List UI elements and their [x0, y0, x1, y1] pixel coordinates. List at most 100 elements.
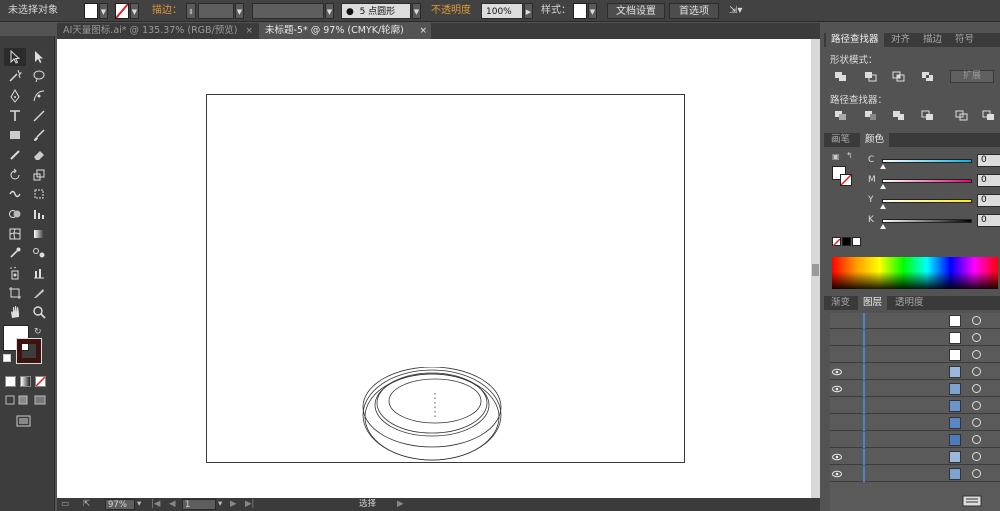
- zoom-tool-icon[interactable]: [28, 303, 50, 321]
- opacity-input[interactable]: 100%: [481, 3, 523, 19]
- slider-track[interactable]: [882, 159, 972, 163]
- stroke-weight-field[interactable]: [198, 3, 234, 19]
- artboard-nav-icon[interactable]: ▭: [61, 499, 69, 510]
- gradient-tool-icon[interactable]: [28, 225, 50, 243]
- trim-icon[interactable]: [864, 110, 878, 122]
- minus-front-icon[interactable]: [864, 71, 878, 83]
- stroke-color-box[interactable]: [16, 338, 42, 364]
- fill-swatch[interactable]: [84, 3, 98, 19]
- share-icon[interactable]: ⇱: [83, 499, 90, 510]
- layer-row[interactable]: [830, 330, 1000, 346]
- slice-tool-icon[interactable]: [28, 284, 50, 302]
- slider-value[interactable]: 0: [977, 174, 1000, 187]
- visibility-eye-icon[interactable]: [832, 452, 842, 462]
- style-swatch[interactable]: [573, 3, 587, 19]
- selection-tool-icon[interactable]: [4, 48, 26, 66]
- visibility-eye-icon[interactable]: [832, 469, 842, 479]
- swap-colors-icon[interactable]: ↻: [34, 327, 42, 337]
- divide-icon[interactable]: [834, 110, 848, 122]
- layer-row[interactable]: [830, 347, 1000, 363]
- style-dropdown-icon[interactable]: ▼: [588, 3, 597, 19]
- none-swatch[interactable]: [832, 237, 841, 247]
- paintbrush-tool-icon[interactable]: [28, 126, 50, 144]
- layer-row[interactable]: [830, 466, 1000, 482]
- layer-target-icon[interactable]: [972, 350, 981, 359]
- magic-wand-tool-icon[interactable]: [4, 67, 26, 85]
- close-icon[interactable]: ×: [245, 23, 253, 39]
- gradient-mode-icon[interactable]: [20, 376, 31, 387]
- artboard-dropdown-icon[interactable]: ▾: [218, 499, 222, 510]
- tab-color[interactable]: 颜色: [860, 133, 890, 147]
- fill-dropdown-icon[interactable]: ▼: [99, 3, 108, 19]
- tab-transparency[interactable]: 透明度: [890, 296, 929, 310]
- black-swatch[interactable]: [842, 237, 851, 246]
- slider-knob[interactable]: [880, 164, 886, 169]
- tab-stroke[interactable]: 描边: [918, 33, 947, 47]
- slider-knob[interactable]: [880, 184, 886, 189]
- mesh-tool-icon[interactable]: [4, 225, 26, 243]
- slider-knob[interactable]: [880, 224, 886, 229]
- hand-tool-icon[interactable]: [4, 303, 26, 321]
- variable-width-field[interactable]: [252, 3, 324, 19]
- opacity-arrow-icon[interactable]: ▶: [524, 3, 533, 19]
- graph-tool-icon[interactable]: [28, 205, 50, 223]
- layer-row[interactable]: [830, 364, 1000, 380]
- status-menu-icon[interactable]: ▶: [397, 499, 404, 510]
- layer-target-icon[interactable]: [972, 316, 981, 325]
- black-slider[interactable]: K 0: [832, 214, 1000, 229]
- outline-icon[interactable]: [955, 110, 969, 122]
- tab-align[interactable]: 对齐: [886, 33, 915, 47]
- document-setup-button[interactable]: 文档设置: [607, 3, 665, 19]
- slider-track[interactable]: [882, 199, 972, 203]
- free-transform-tool-icon[interactable]: [28, 185, 50, 203]
- slider-track[interactable]: [882, 219, 972, 223]
- crop-icon[interactable]: [921, 110, 935, 122]
- next-artboard-icon[interactable]: ▶: [230, 499, 237, 510]
- stroke-dropdown-icon[interactable]: ▼: [130, 3, 139, 19]
- line-tool-icon[interactable]: [28, 107, 50, 125]
- slider-value[interactable]: 0: [977, 214, 1000, 227]
- type-tool-icon[interactable]: [4, 107, 26, 125]
- warp-tool-icon[interactable]: [4, 185, 26, 203]
- tab-layers[interactable]: 图层: [858, 296, 888, 310]
- layer-target-icon[interactable]: [972, 452, 981, 461]
- pen-tool-icon[interactable]: [4, 87, 26, 105]
- layer-row[interactable]: [830, 415, 1000, 431]
- curvature-tool-icon[interactable]: [28, 87, 50, 105]
- preferences-button[interactable]: 首选项: [669, 3, 719, 19]
- scrollbar-thumb[interactable]: [812, 264, 819, 276]
- none-mode-icon[interactable]: [35, 376, 46, 387]
- opacity-label[interactable]: 不透明度: [431, 3, 471, 19]
- layer-row[interactable]: [830, 432, 1000, 448]
- layer-target-icon[interactable]: [972, 384, 981, 393]
- prev-artboard-icon[interactable]: ◀: [169, 499, 176, 510]
- artboard-tool-icon[interactable]: [4, 284, 26, 302]
- direct-selection-tool-icon[interactable]: [28, 48, 50, 66]
- layer-target-icon[interactable]: [972, 418, 981, 427]
- layer-target-icon[interactable]: [972, 435, 981, 444]
- last-artboard-icon[interactable]: ▶|: [245, 499, 254, 510]
- slider-value[interactable]: 0: [977, 194, 1000, 207]
- minus-back-icon[interactable]: [982, 110, 996, 122]
- layer-row[interactable]: [830, 381, 1000, 397]
- layer-target-icon[interactable]: [972, 333, 981, 342]
- visibility-eye-icon[interactable]: [832, 367, 842, 377]
- zoom-dropdown-icon[interactable]: ▾: [137, 499, 141, 510]
- stroke-weight-stepper[interactable]: ⇕: [186, 3, 196, 19]
- yellow-slider[interactable]: Y 0: [832, 194, 1000, 209]
- pencil-tool-icon[interactable]: [4, 146, 26, 164]
- tab-gradient[interactable]: 渐变: [826, 296, 855, 310]
- stroke-weight-dropdown-icon[interactable]: ▼: [235, 3, 244, 19]
- merge-icon[interactable]: [892, 110, 906, 122]
- expand-button[interactable]: 扩展: [950, 70, 994, 83]
- default-colors-icon[interactable]: [3, 354, 11, 362]
- eyedropper-tool-icon[interactable]: [4, 244, 26, 262]
- visibility-eye-icon[interactable]: [832, 384, 842, 394]
- unite-icon[interactable]: [834, 71, 848, 83]
- layer-target-icon[interactable]: [972, 401, 981, 410]
- shape-builder-tool-icon[interactable]: [4, 205, 26, 223]
- lasso-tool-icon[interactable]: [28, 67, 50, 85]
- ellipse-artwork[interactable]: [357, 367, 507, 467]
- brush-select[interactable]: ● 5 点圆形: [341, 3, 411, 19]
- drawing-modes-icon[interactable]: [5, 394, 47, 406]
